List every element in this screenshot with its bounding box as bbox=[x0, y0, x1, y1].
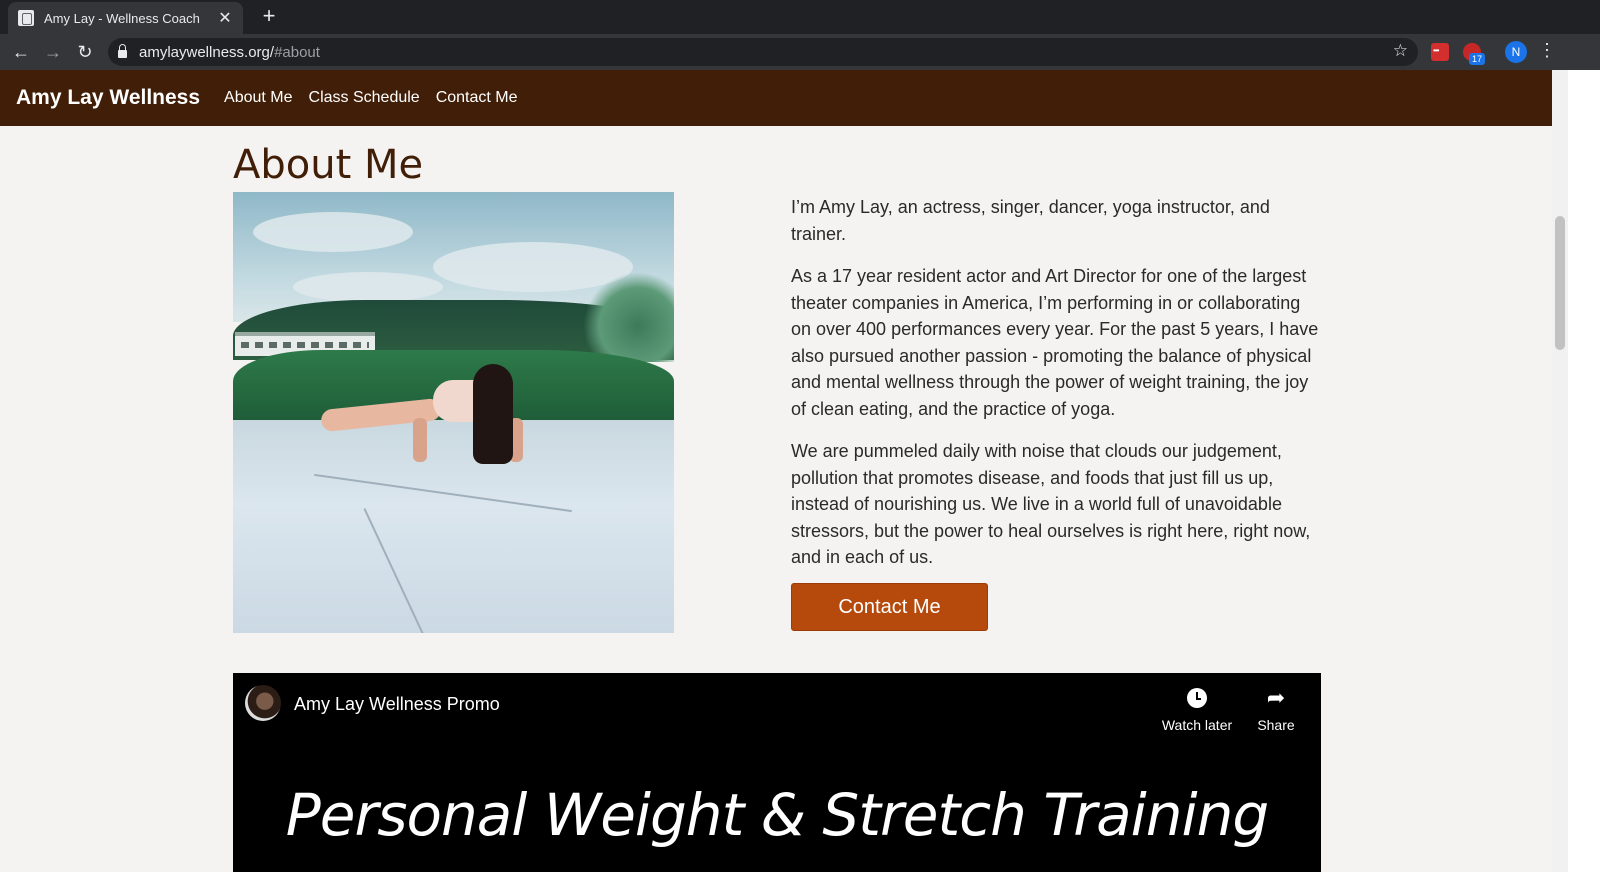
address-bar[interactable]: amylaywellness.org/#about ☆ bbox=[108, 38, 1418, 66]
share-button[interactable]: ➦ Share bbox=[1236, 685, 1316, 733]
star-icon[interactable]: ☆ bbox=[1393, 41, 1408, 61]
nav-link-contact[interactable]: Contact Me bbox=[436, 89, 518, 107]
browser-tab[interactable]: Amy Lay - Wellness Coach ✕ bbox=[8, 2, 243, 34]
browser-toolbar: ← → ↻ amylaywellness.org/#about ☆ 17 N ⋮ bbox=[0, 34, 1600, 70]
site-favicon-icon bbox=[18, 10, 34, 26]
share-arrow-icon: ➦ bbox=[1266, 685, 1286, 710]
profile-avatar[interactable]: N bbox=[1505, 41, 1527, 63]
bio-paragraph: We are pummeled daily with noise that cl… bbox=[791, 441, 1311, 567]
promo-video-embed[interactable]: Amy Lay Wellness Promo Watch later ➦ Sha… bbox=[233, 673, 1321, 872]
bio-text: I’m Amy Lay, an actress, singer, dancer,… bbox=[791, 194, 1321, 587]
reload-icon[interactable]: ↻ bbox=[72, 39, 98, 65]
browser-tab-bar: Amy Lay - Wellness Coach ✕ + bbox=[0, 0, 1600, 34]
share-label: Share bbox=[1257, 717, 1295, 733]
bio-paragraph: I’m Amy Lay, an actress, singer, dancer,… bbox=[791, 197, 1270, 244]
contact-me-button[interactable]: Contact Me bbox=[791, 583, 988, 631]
clock-icon bbox=[1187, 688, 1207, 708]
lock-icon bbox=[118, 44, 127, 58]
video-title[interactable]: Amy Lay Wellness Promo bbox=[294, 694, 500, 715]
page-scrollbar[interactable] bbox=[1552, 70, 1568, 872]
new-tab-button[interactable]: + bbox=[255, 3, 283, 29]
channel-avatar[interactable] bbox=[245, 685, 281, 721]
nav-link-about[interactable]: About Me bbox=[224, 89, 292, 107]
tab-close-icon[interactable]: ✕ bbox=[217, 8, 233, 28]
url-path: #about bbox=[274, 43, 320, 61]
site-brand[interactable]: Amy Lay Wellness bbox=[16, 86, 200, 110]
site-navbar: Amy Lay Wellness About Me Class Schedule… bbox=[0, 70, 1552, 126]
url-host: amylaywellness.org/ bbox=[139, 43, 275, 61]
page-title: About Me bbox=[233, 142, 424, 188]
back-arrow-icon[interactable]: ← bbox=[8, 39, 34, 65]
watch-later-button[interactable]: Watch later bbox=[1157, 685, 1237, 733]
about-photo bbox=[233, 192, 674, 633]
extension-badge: 17 bbox=[1469, 53, 1486, 65]
video-slogan: Personal Weight & Stretch Training bbox=[285, 781, 1269, 849]
tab-title: Amy Lay - Wellness Coach bbox=[44, 10, 200, 26]
scrollbar-thumb[interactable] bbox=[1555, 216, 1565, 350]
nav-link-schedule[interactable]: Class Schedule bbox=[309, 89, 420, 107]
forward-arrow-icon[interactable]: → bbox=[40, 39, 66, 65]
watch-later-label: Watch later bbox=[1161, 717, 1233, 733]
page-viewport: Amy Lay Wellness About Me Class Schedule… bbox=[0, 70, 1552, 872]
menu-dots-icon[interactable]: ⋮ bbox=[1538, 40, 1556, 61]
bio-paragraph: As a 17 year resident actor and Art Dire… bbox=[791, 266, 1319, 419]
extension-lastpass-icon[interactable] bbox=[1431, 43, 1449, 61]
